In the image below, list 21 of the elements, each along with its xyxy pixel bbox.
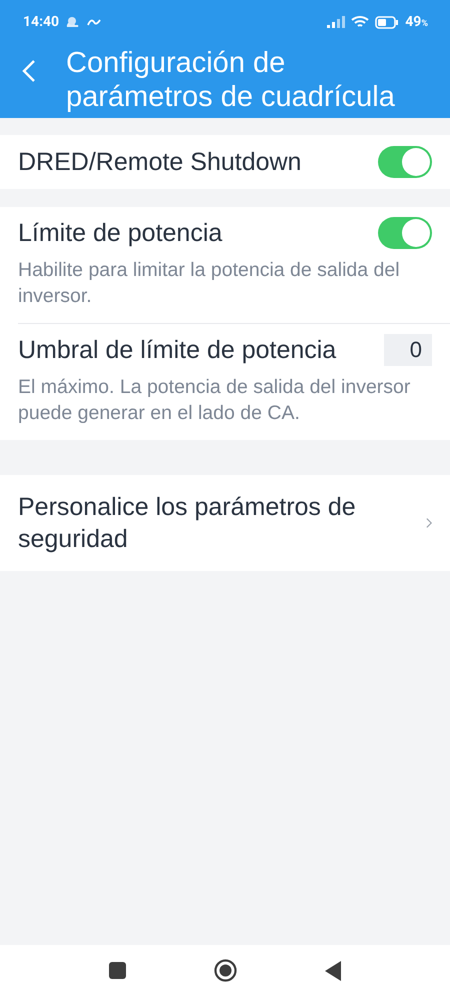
back-icon — [22, 59, 36, 83]
setting-label: Personalice los parámetros de seguridad — [18, 492, 357, 555]
page-title: Configuración de parámetros de cuadrícula — [66, 46, 396, 114]
toggle-switch[interactable] — [378, 146, 432, 178]
toggle-switch[interactable] — [378, 217, 432, 249]
battery-icon — [375, 16, 400, 28]
battery-percent: 49% — [405, 14, 428, 30]
setting-description: Habilite para limitar la potencia de salida del inversor. — [18, 258, 401, 309]
setting-label: Límite de potencia — [18, 218, 222, 249]
setting-label: DRED/Remote Shutdown — [18, 147, 302, 178]
setting-description: El máximo. La potencia de salida del inversor puede generar en el lado de CA. — [18, 375, 412, 426]
signal-icon — [327, 16, 346, 28]
wifi-icon — [351, 15, 370, 29]
square-icon[interactable] — [109, 962, 126, 979]
status-time: 14:40 — [23, 14, 60, 30]
value-field[interactable]: 0 — [384, 334, 432, 366]
back-triangle-icon[interactable] — [325, 960, 341, 980]
chevron-right-icon — [426, 517, 432, 529]
app-notification-icon — [87, 17, 102, 27]
setting-label: Umbral de límite de potencia — [18, 335, 336, 366]
home-icon[interactable] — [214, 959, 237, 982]
